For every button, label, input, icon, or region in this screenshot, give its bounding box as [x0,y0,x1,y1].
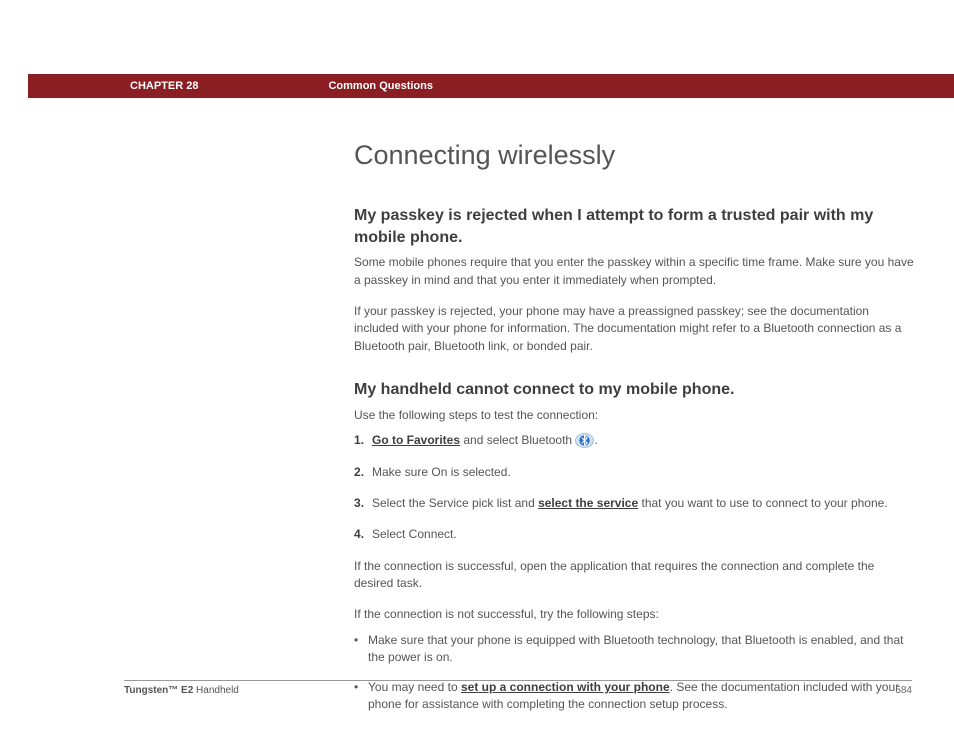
page-title: Connecting wirelessly [354,140,914,171]
step-1-text: and select Bluetooth [460,433,575,447]
step-4: Select Connect. [354,526,914,543]
go-to-favorites-link[interactable]: Go to Favorites [372,433,460,447]
product-name-bold: Tungsten™ E2 [124,685,193,696]
step-3: Select the Service pick list and select … [354,495,914,512]
troubleshoot-list: Make sure that your phone is equipped wi… [354,632,914,714]
bullet-1: Make sure that your phone is equipped wi… [354,632,914,667]
step-3-post: that you want to use to connect to your … [638,496,888,510]
question-1-paragraph-1: Some mobile phones require that you ente… [354,254,914,289]
question-1-paragraph-2: If your passkey is rejected, your phone … [354,303,914,355]
bluetooth-icon [575,433,594,448]
chapter-header-bar: CHAPTER 28 Common Questions [0,74,954,98]
product-name: Tungsten™ E2 Handheld [124,685,239,696]
question-2-heading: My handheld cannot connect to my mobile … [354,379,914,401]
step-1-period: . [594,433,597,447]
after-success: If the connection is successful, open th… [354,558,914,593]
steps-list: Go to Favorites and select Bluetooth . M… [354,432,914,544]
step-2: Make sure On is selected. [354,464,914,481]
chapter-label: CHAPTER 28 [130,80,198,92]
step-1: Go to Favorites and select Bluetooth . [354,432,914,449]
product-name-rest: Handheld [193,685,239,696]
question-1-heading: My passkey is rejected when I attempt to… [354,205,914,248]
section-label: Common Questions [328,80,433,92]
main-content: Connecting wirelessly My passkey is reje… [354,140,914,725]
page-number: 584 [895,685,912,696]
question-2-intro: Use the following steps to test the conn… [354,407,914,424]
select-the-service-link[interactable]: select the service [538,496,638,510]
step-3-pre: Select the Service pick list and [372,496,538,510]
after-fail-intro: If the connection is not successful, try… [354,606,914,623]
header-left-gap [0,74,28,98]
page: CHAPTER 28 Common Questions Connecting w… [0,0,954,738]
page-footer: Tungsten™ E2 Handheld 584 [124,680,912,696]
